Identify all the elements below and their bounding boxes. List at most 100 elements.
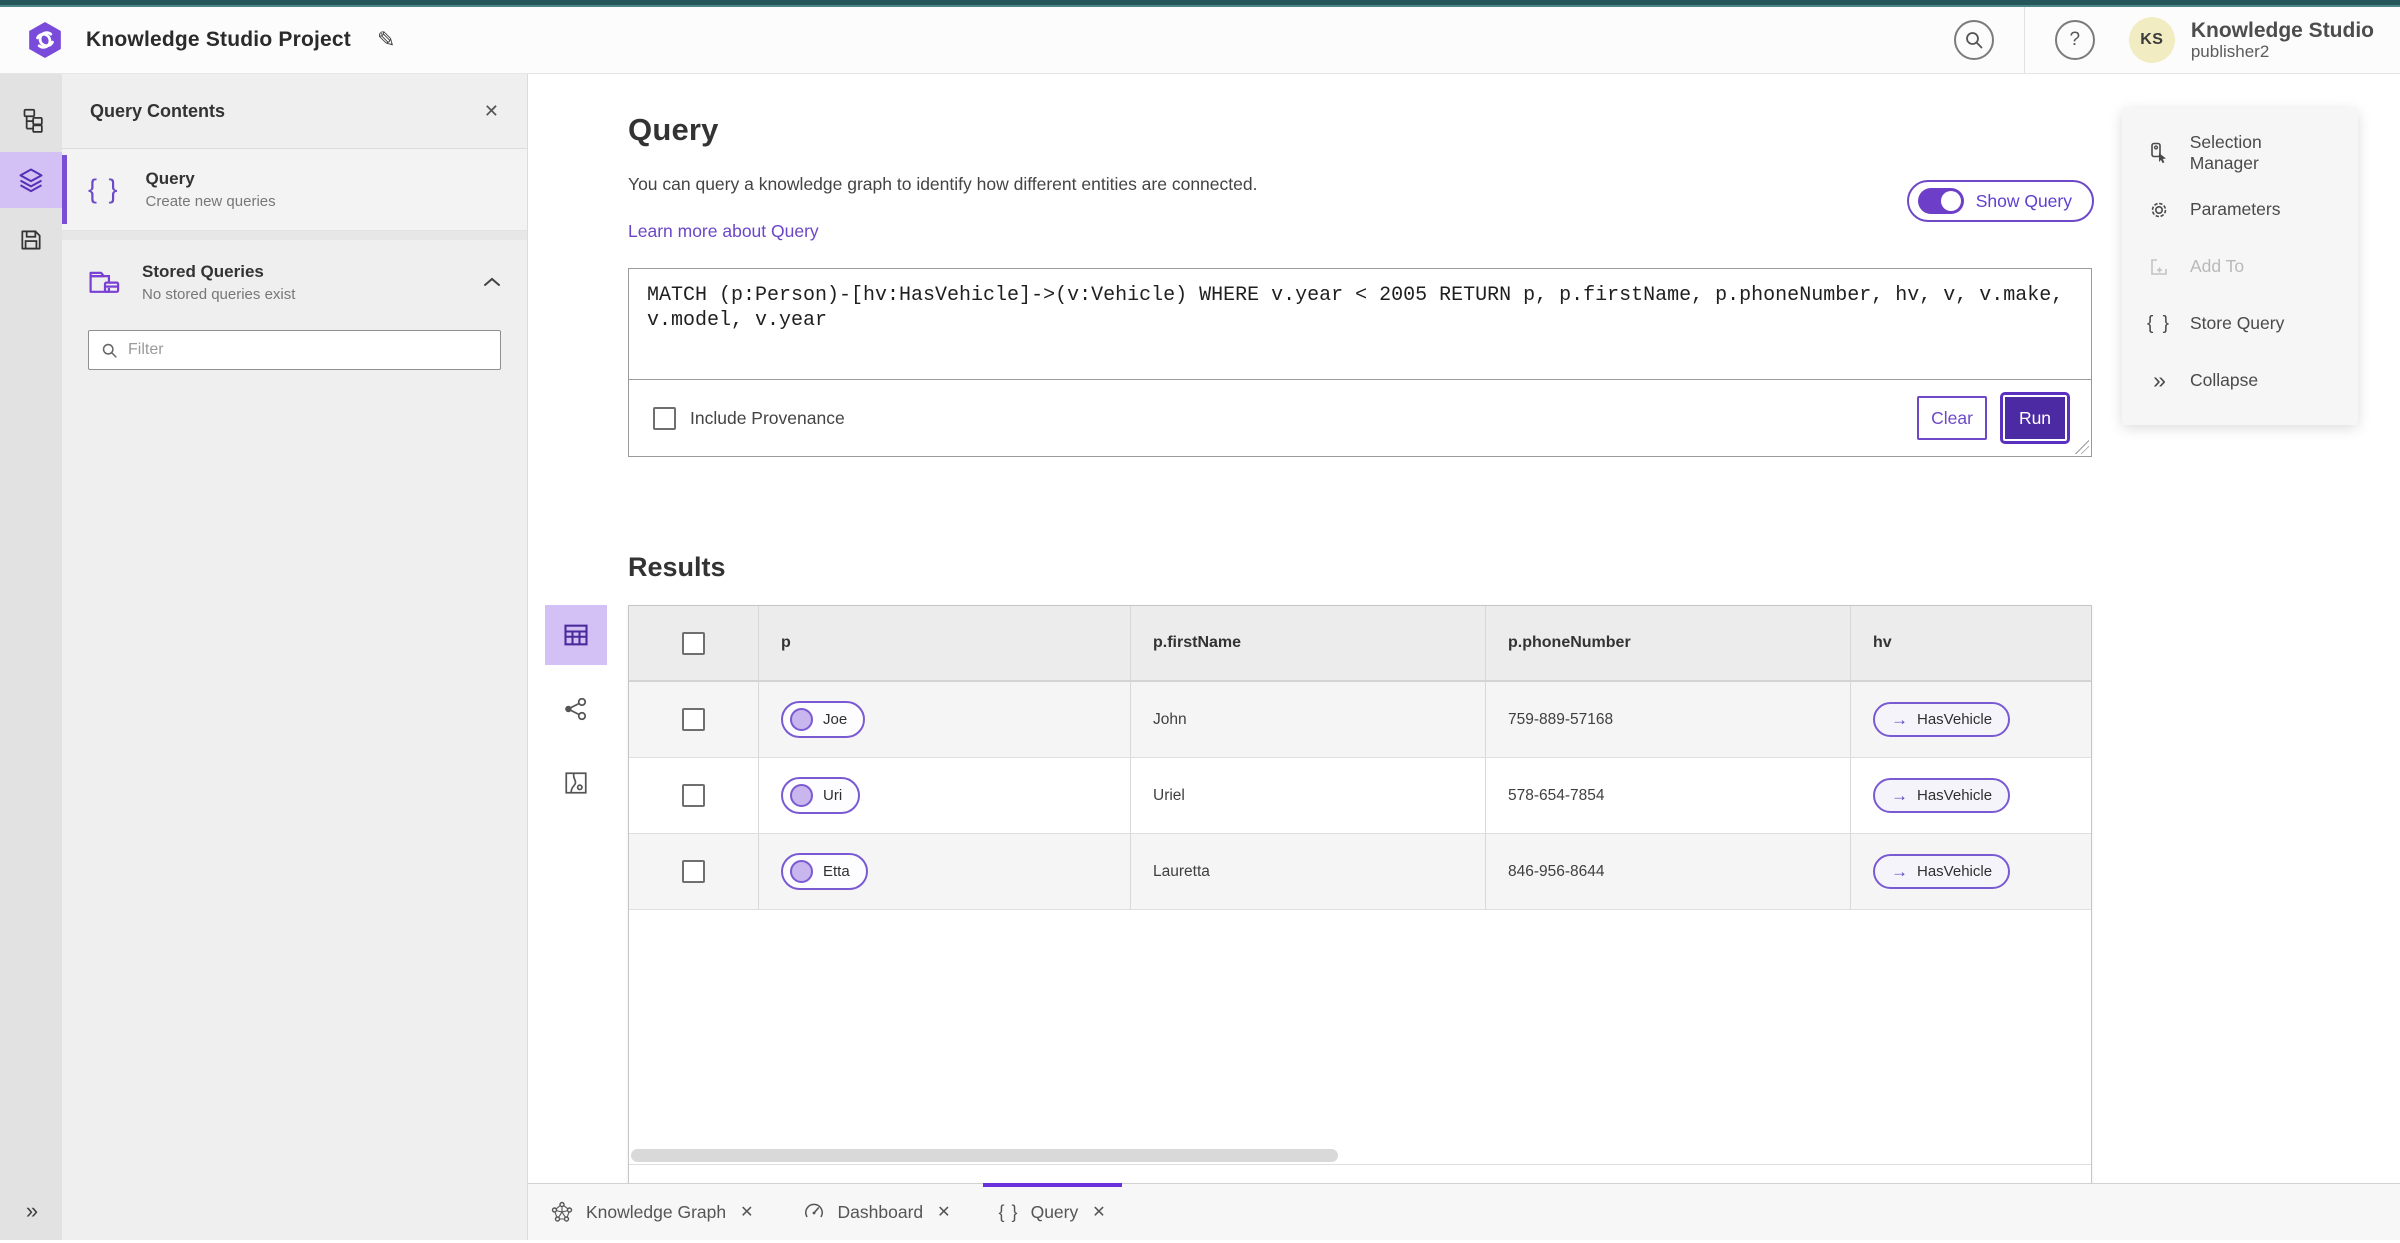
table-row: Joe John 759-889-57168 → HasVehicle (629, 682, 2091, 758)
query-item-title: Query (145, 169, 195, 188)
select-all-checkbox[interactable] (682, 631, 705, 655)
search-button[interactable] (1953, 20, 1994, 60)
edge-pill[interactable]: → HasVehicle (1873, 854, 2011, 889)
cell-phonenumber: 759-889-57168 (1486, 682, 1851, 757)
node-circle-icon (790, 784, 813, 807)
results-table: p p.firstName p.phoneNumber hv Joe John … (628, 605, 2092, 1225)
table-view-button[interactable] (545, 605, 607, 665)
node-label: Etta (823, 863, 850, 880)
user-info: Knowledge Studio publisher2 (2191, 19, 2374, 62)
app-header: Knowledge Studio Project ✎ ? KS Knowledg… (0, 7, 2400, 74)
tab-close-icon[interactable]: ✕ (937, 1202, 950, 1222)
toggle-switch (1917, 188, 1964, 214)
edge-pill[interactable]: → HasVehicle (1873, 702, 2011, 737)
tab-close-icon[interactable]: ✕ (1092, 1202, 1105, 1222)
column-header-hv[interactable]: hv (1851, 606, 2091, 680)
avatar[interactable]: KS (2128, 17, 2175, 63)
tool-label: Store Query (2190, 313, 2285, 333)
scrollbar-thumb[interactable] (631, 1149, 1338, 1162)
row-checkbox[interactable] (682, 784, 705, 807)
include-provenance-checkbox[interactable] (653, 406, 676, 430)
node-pill[interactable]: Joe (781, 701, 866, 738)
rail-hierarchy-button[interactable] (0, 92, 62, 148)
query-item-subtitle: Create new queries (145, 193, 276, 210)
search-icon (1965, 32, 1983, 49)
node-pill[interactable]: Etta (781, 853, 868, 890)
edit-title-icon[interactable]: ✎ (377, 27, 395, 53)
filter-search-icon (102, 343, 117, 358)
parameters-button[interactable]: Parameters (2122, 181, 2358, 238)
tab-query[interactable]: { } Query ✕ (982, 1183, 1122, 1240)
query-item[interactable]: { } Query Create new queries (62, 149, 527, 231)
rail-save-button[interactable] (0, 212, 62, 268)
help-icon: ? (2069, 29, 2081, 50)
column-header-firstname[interactable]: p.firstName (1131, 606, 1486, 680)
arrow-right-icon: → (1891, 710, 1908, 729)
table-icon (564, 624, 588, 646)
chevron-up-icon[interactable] (483, 276, 501, 288)
panel-title: Query Contents (90, 100, 226, 121)
rail-layers-button[interactable] (0, 152, 62, 208)
product-name: Knowledge Studio (2190, 18, 2374, 42)
clear-button[interactable]: Clear (1917, 396, 1987, 440)
row-checkbox[interactable] (682, 708, 705, 731)
selected-indicator (62, 155, 67, 224)
tool-label: Selection Manager (2189, 131, 2262, 173)
stored-queries-subtitle: No stored queries exist (142, 285, 296, 303)
panel-close-icon[interactable]: ✕ (484, 101, 499, 122)
table-header-row: p p.firstName p.phoneNumber hv (629, 606, 2091, 682)
show-query-toggle[interactable]: Show Query (1906, 180, 2094, 222)
cell-firstname: John (1131, 682, 1486, 757)
learn-more-link[interactable]: Learn more about Query (628, 221, 819, 242)
cell-phonenumber: 846-956-8644 (1486, 834, 1851, 909)
table-row: Etta Lauretta 846-956-8644 → HasVehicle (629, 834, 2091, 910)
run-button[interactable]: Run (2000, 392, 2070, 444)
selection-manager-button[interactable]: Selection Manager (2122, 124, 2358, 181)
tab-close-icon[interactable]: ✕ (740, 1202, 753, 1222)
column-header-phonenumber[interactable]: p.phoneNumber (1486, 606, 1851, 680)
query-textarea[interactable]: MATCH (p:Person)-[hv:HasVehicle]->(v:Veh… (629, 269, 2091, 379)
username: publisher2 (2190, 42, 2270, 62)
stored-queries-title: Stored Queries (142, 261, 264, 281)
edge-label: HasVehicle (1917, 711, 1993, 728)
query-editor: MATCH (p:Person)-[hv:HasVehicle]->(v:Veh… (628, 268, 2092, 457)
tab-dashboard[interactable]: Dashboard ✕ (786, 1184, 967, 1240)
app-logo-icon[interactable] (26, 21, 64, 59)
stored-queries-folder-icon (88, 267, 122, 297)
map-icon (565, 772, 587, 794)
add-to-icon (2146, 255, 2172, 279)
store-query-button[interactable]: { } Store Query (2122, 295, 2358, 352)
tool-label: Add To (2190, 256, 2245, 276)
tab-label: Query (1030, 1201, 1079, 1222)
graph-view-button[interactable] (545, 679, 607, 739)
stored-queries-section[interactable]: Stored Queries No stored queries exist (62, 240, 527, 324)
expand-rail-button[interactable]: » (26, 1198, 38, 1224)
query-contents-panel: Query Contents ✕ { } Query Create new qu… (62, 74, 528, 1240)
arrow-right-icon: → (1891, 786, 1908, 805)
column-header-p[interactable]: p (759, 606, 1131, 680)
edge-pill[interactable]: → HasVehicle (1873, 778, 2011, 813)
filter-field[interactable] (88, 330, 501, 370)
knowledge-graph-icon (550, 1200, 574, 1224)
node-circle-icon (790, 860, 813, 883)
show-query-label: Show Query (1975, 190, 2072, 211)
top-accent-band (0, 0, 2400, 7)
collapse-button[interactable]: » Collapse (2122, 352, 2358, 409)
tab-label: Dashboard (837, 1201, 924, 1222)
braces-icon: { } (88, 174, 120, 204)
query-description: You can query a knowledge graph to ident… (628, 174, 1258, 194)
map-view-button[interactable] (545, 753, 607, 813)
cell-firstname: Uriel (1131, 758, 1486, 833)
resize-handle[interactable] (2075, 440, 2089, 454)
save-icon (21, 230, 41, 250)
horizontal-scrollbar[interactable] (631, 1148, 2089, 1164)
node-pill[interactable]: Uri (781, 777, 861, 814)
add-to-button[interactable]: Add To (2122, 238, 2358, 295)
help-button[interactable]: ? (2054, 20, 2095, 60)
tab-knowledge-graph[interactable]: Knowledge Graph ✕ (534, 1184, 770, 1240)
filter-input[interactable] (128, 341, 488, 359)
panel-gap (62, 231, 527, 240)
edge-label: HasVehicle (1917, 863, 1993, 880)
results-title: Results (628, 552, 726, 582)
row-checkbox[interactable] (682, 860, 705, 883)
